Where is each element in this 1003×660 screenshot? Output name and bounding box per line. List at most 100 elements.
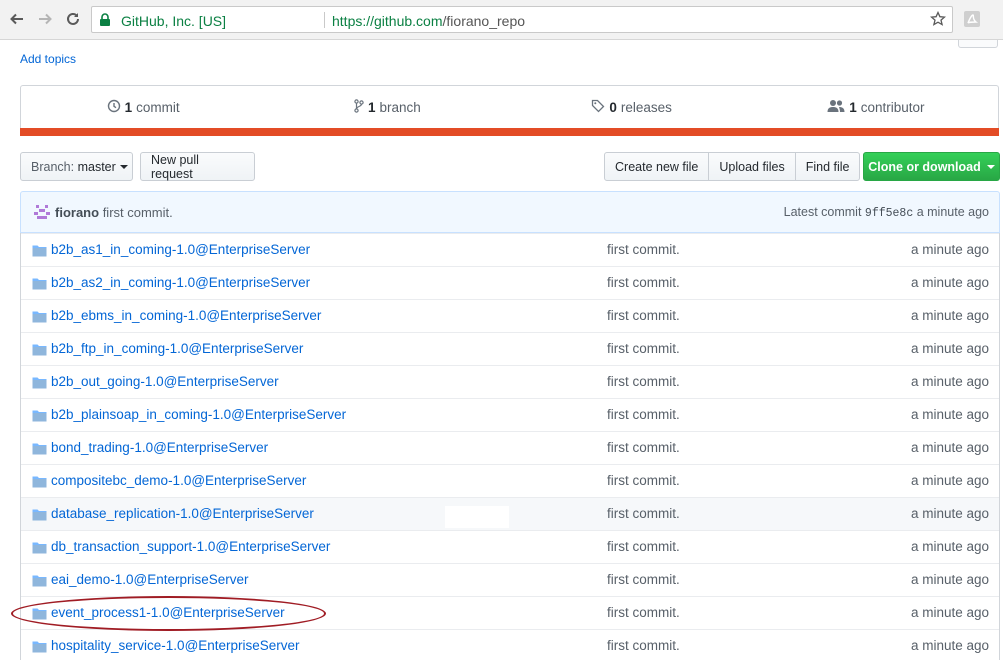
folder-icon [32,310,47,326]
table-row: bond_trading-1.0@EnterpriseServer first c… [21,431,999,464]
clone-or-download-button[interactable]: Clone or download [863,152,1000,181]
table-row: compositebc_demo-1.0@EnterpriseServer fir… [21,464,999,497]
file-name-link[interactable]: bond_trading-1.0@EnterpriseServer [51,440,268,455]
file-name-link[interactable]: b2b_as1_in_coming-1.0@EnterpriseServer [51,242,310,257]
latest-commit-info: Latest commit 9ff5e8c a minute ago [784,205,989,220]
new-pull-request-button[interactable]: New pull request [140,152,255,181]
file-name-link[interactable]: hospitality_service-1.0@EnterpriseServer [51,638,300,653]
folder-icon [32,607,47,623]
branch-name: master [77,159,116,174]
commit-message[interactable]: first commit. [103,205,173,220]
pdf-extension-icon[interactable] [962,9,982,32]
upload-files-button[interactable]: Upload files [709,153,796,180]
address-bar[interactable]: GitHub, Inc. [US] https://github.com/fio… [91,6,953,33]
file-commit-message[interactable]: first commit. [607,638,680,653]
folder-icon [32,640,47,656]
branch-prefix: Branch: [31,159,75,174]
file-commit-age: a minute ago [910,440,989,455]
branch-select-button[interactable]: Branch: master [20,152,133,181]
commits-label: commit [136,100,180,115]
file-name-link[interactable]: compositebc_demo-1.0@EnterpriseServer [51,473,306,488]
releases-count: 0 [609,100,617,115]
file-commit-message[interactable]: first commit. [607,572,680,587]
avatar[interactable] [33,203,51,221]
file-list: b2b_as1_in_coming-1.0@EnterpriseServerfi… [20,233,1000,660]
reload-icon[interactable] [62,8,84,30]
folder-icon [32,343,47,359]
branches-stat[interactable]: 1 branch [265,99,509,116]
repo-summary: 1 commit 1 branch 0 releases 1 contribut… [20,85,999,136]
contributors-count: 1 [849,100,857,115]
latest-commit-label: Latest commit [783,205,862,219]
table-row: eai_demo-1.0@EnterpriseServer first commi… [21,563,999,596]
file-commit-message[interactable]: first commit. [607,440,680,455]
table-row: b2b_out_going-1.0@EnterpriseServer first … [21,365,999,398]
back-arrow-icon[interactable] [6,8,28,30]
file-name-link[interactable]: db_transaction_support-1.0@EnterpriseSer… [51,539,330,554]
url-text[interactable]: https://github.com/fiorano_repo [332,13,525,29]
file-commit-message[interactable]: first commit. [607,275,680,290]
file-commit-age: a minute ago [910,341,989,356]
releases-stat[interactable]: 0 releases [510,99,754,116]
create-new-file-button[interactable]: Create new file [605,153,710,180]
table-row: event_process1-1.0@EnterpriseServer first… [21,596,999,629]
folder-icon [32,508,47,524]
file-name-link[interactable]: b2b_out_going-1.0@EnterpriseServer [51,374,279,389]
file-commit-message[interactable]: first commit. [607,605,680,620]
folder-icon [32,409,47,425]
contributors-stat[interactable]: 1 contributor [754,99,998,116]
new-pr-label: New pull request [151,152,199,181]
file-commit-message[interactable]: first commit. [607,473,680,488]
file-commit-age: a minute ago [910,506,989,521]
folder-icon [32,475,47,491]
commit-author[interactable]: fiorano first commit. [55,205,173,220]
file-name-link[interactable]: b2b_plainsoap_in_coming-1.0@EnterpriseSe… [51,407,346,422]
find-file-button[interactable]: Find file [796,153,860,180]
file-name-link[interactable]: b2b_ftp_in_coming-1.0@EnterpriseServer [51,341,303,356]
file-commit-age: a minute ago [910,638,989,653]
file-commit-age: a minute ago [910,407,989,422]
table-row: database_replication-1.0@EnterpriseServe… [21,497,999,530]
table-row: hospitality_service-1.0@EnterpriseServer… [21,629,999,660]
releases-label: releases [620,100,672,115]
star-icon[interactable] [929,10,947,30]
commit-sha[interactable]: 9ff5e8c [865,207,913,220]
site-owner: GitHub, Inc. [US] [121,13,227,29]
folder-icon [32,541,47,557]
history-icon [107,99,121,116]
commit-time: a minute ago [916,205,989,219]
contributors-label: contributor [860,100,925,115]
file-name-link[interactable]: event_process1-1.0@EnterpriseServer [51,605,285,620]
file-name-link[interactable]: b2b_as2_in_coming-1.0@EnterpriseServer [51,275,310,290]
table-row: b2b_ftp_in_coming-1.0@EnterpriseServer fi… [21,332,999,365]
branch-icon [354,99,364,116]
file-commit-message[interactable]: first commit. [607,407,680,422]
table-row: b2b_as2_in_coming-1.0@EnterpriseServer fi… [21,266,999,299]
commits-stat[interactable]: 1 commit [21,99,265,116]
file-commit-message[interactable]: first commit. [607,374,680,389]
commit-tease: fiorano first commit. Latest commit 9ff5… [20,191,1000,233]
table-row: b2b_plainsoap_in_coming-1.0@EnterpriseSe… [21,398,999,431]
file-commit-message[interactable]: first commit. [607,242,680,257]
language-bar[interactable] [20,128,999,136]
file-commit-message[interactable]: first commit. [607,539,680,554]
folder-icon [32,574,47,590]
file-commit-message[interactable]: first commit. [607,308,680,323]
file-commit-age: a minute ago [910,308,989,323]
commits-count: 1 [124,100,133,115]
file-actions-group: Create new file Upload files Find file [604,152,861,181]
file-commit-message[interactable]: first commit. [607,506,680,521]
chevron-down-icon [119,164,128,169]
file-commit-age: a minute ago [910,275,989,290]
file-commit-age: a minute ago [910,572,989,587]
file-commit-message[interactable]: first commit. [607,341,680,356]
chevron-down-icon [986,164,995,169]
file-name-link[interactable]: eai_demo-1.0@EnterpriseServer [51,572,249,587]
file-commit-age: a minute ago [910,539,989,554]
file-commit-age: a minute ago [910,473,989,488]
add-topics-link[interactable]: Add topics [20,52,76,66]
forward-arrow-icon[interactable] [34,8,56,30]
file-name-link[interactable]: database_replication-1.0@EnterpriseServe… [51,506,314,521]
file-commit-age: a minute ago [910,605,989,620]
file-name-link[interactable]: b2b_ebms_in_coming-1.0@EnterpriseServer [51,308,321,323]
